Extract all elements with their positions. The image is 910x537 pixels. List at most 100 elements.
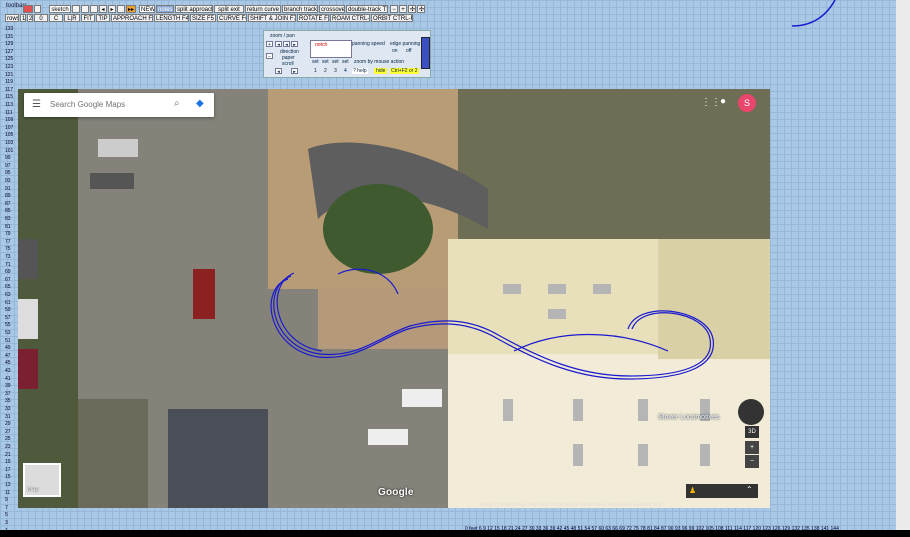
branch-track-button[interactable]: branch track xyxy=(282,5,318,13)
target-icon[interactable] xyxy=(117,5,125,13)
fast-forward-icon[interactable]: ▸▸ xyxy=(126,5,136,13)
panel-scrollbar[interactable] xyxy=(421,37,430,69)
panning-speed-label: panning speed xyxy=(352,41,385,47)
sketch-button[interactable]: sketch xyxy=(49,5,71,13)
square-icon[interactable] xyxy=(90,5,98,13)
search-icon[interactable]: ⌕ xyxy=(174,98,180,109)
ruler-tick-label: 69 xyxy=(5,269,11,276)
curve-button[interactable]: CURVE F6 xyxy=(217,14,247,22)
directions-icon[interactable]: ◆ xyxy=(196,98,204,109)
back-icon[interactable]: ◂ xyxy=(283,41,290,48)
track-curve-fragment[interactable] xyxy=(780,0,840,30)
ruler-tick-label: 39 xyxy=(5,383,11,390)
size-button[interactable]: SIZE F5 xyxy=(190,14,216,22)
toolbar: sketch ◂ ▸ ▸▸ NEW notes split approach s… xyxy=(5,5,425,27)
place-label[interactable]: Stover Locomotives xyxy=(658,414,719,421)
satellite-map[interactable]: ☰ ⌕ ◆ ⋮⋮ ● S Stover Locomotives 3D + − M… xyxy=(18,89,770,508)
set-1[interactable]: set xyxy=(312,59,319,65)
pan-right-icon[interactable]: ▸ xyxy=(291,68,298,75)
digit-2[interactable]: 2 xyxy=(324,68,327,74)
set-3[interactable]: set xyxy=(332,59,339,65)
design-canvas[interactable]: toolbars sketch ◂ ▸ ▸▸ NEW notes split a… xyxy=(0,0,896,534)
edge-off-option[interactable]: off xyxy=(406,48,411,54)
edge-on-option[interactable]: on xyxy=(392,48,398,54)
zoom-out-map-icon[interactable]: − xyxy=(745,455,759,468)
zoom-out-icon[interactable]: − xyxy=(266,53,273,60)
edge-panning-label: edge panning xyxy=(390,41,421,47)
three-d-button[interactable]: 3D xyxy=(745,426,759,438)
clear-button[interactable]: C xyxy=(49,14,63,22)
new-button[interactable]: NEW xyxy=(139,5,155,13)
arrow-left-icon[interactable]: ◂ xyxy=(99,5,107,13)
minus-icon[interactable]: − xyxy=(390,5,398,13)
undo-icon[interactable] xyxy=(72,5,80,13)
digit-4[interactable]: 4 xyxy=(344,68,347,74)
pegman-icon[interactable]: ♟ xyxy=(689,486,696,495)
color-swatch-icon[interactable] xyxy=(23,5,33,13)
shift-join-button[interactable]: SHIFT & JOIN F7 xyxy=(248,14,296,22)
pan-arrows-alt-icon[interactable]: ✣ xyxy=(417,5,425,13)
notes-button[interactable]: notes xyxy=(156,5,174,13)
plus-icon[interactable]: + xyxy=(399,5,407,13)
double-track-button[interactable]: double-track TS xyxy=(346,5,388,13)
ruler-tick-label: 79 xyxy=(5,231,11,238)
apps-grid-icon[interactable]: ⋮⋮ xyxy=(701,97,721,108)
zoom-in-map-icon[interactable]: + xyxy=(745,441,759,454)
map-type-label: Map xyxy=(27,487,39,493)
fit-button[interactable]: FIT xyxy=(81,14,95,22)
roam-button[interactable]: ROAM CTRL-F9 xyxy=(330,14,370,22)
map-imagery xyxy=(18,89,770,508)
expand-icon[interactable]: ⌃ xyxy=(746,485,753,494)
pen-icon[interactable] xyxy=(34,5,41,13)
return-curve-button[interactable]: return curve xyxy=(245,5,281,13)
zoom-pan-panel: zoom / pan + − ◂ ◂ ▸ direction paper scr… xyxy=(263,30,431,78)
digit-3[interactable]: 3 xyxy=(334,68,337,74)
approach-button[interactable]: APPROACH F3 xyxy=(111,14,153,22)
ruler-tick-label: 11 xyxy=(5,489,11,496)
digit-1[interactable]: 1 xyxy=(314,68,317,74)
ruler-tick-label: 109 xyxy=(5,117,14,124)
notifications-icon[interactable]: ● xyxy=(720,96,726,107)
orbit-button[interactable]: ORBIT CTRL-F5 xyxy=(371,14,413,22)
layers-strip[interactable]: ♟ ⌃ xyxy=(686,484,758,498)
redo-icon[interactable] xyxy=(81,5,89,13)
zoom-pan-title: zoom / pan xyxy=(270,33,295,39)
crossover-button[interactable]: crossover xyxy=(319,5,345,13)
zoom-by-mouse-label[interactable]: zoom by mouse action xyxy=(354,59,404,65)
ruler-tick-label: 95 xyxy=(5,170,11,177)
rotate-button[interactable]: ROTATE F8 xyxy=(297,14,329,22)
rows-1-button[interactable]: 1 xyxy=(20,14,26,22)
account-avatar[interactable]: S xyxy=(738,94,756,112)
length-button[interactable]: LENGTH F4 xyxy=(154,14,189,22)
ruler-tick-label: 43 xyxy=(5,368,11,374)
lr-button[interactable]: L|R xyxy=(64,14,80,22)
notch-box: notch xyxy=(310,40,352,58)
rows-2-button[interactable]: 2 xyxy=(27,14,33,22)
tip-button[interactable]: TIP xyxy=(96,14,110,22)
map-search-box[interactable]: ☰ ⌕ ◆ xyxy=(24,93,214,117)
rewind-icon[interactable]: ◂ xyxy=(275,41,282,48)
zoom-in-icon[interactable]: + xyxy=(266,41,273,48)
pan-arrows-icon[interactable]: ✣ xyxy=(408,5,416,13)
pan-left-icon[interactable]: ◂ xyxy=(275,68,282,75)
zero-button[interactable]: 0 xyxy=(34,14,48,22)
ruler-tick-label: 53 xyxy=(5,330,11,336)
ruler-tick-label: 59 xyxy=(5,307,11,314)
map-search-input[interactable] xyxy=(50,93,170,117)
set-2[interactable]: set xyxy=(322,59,329,65)
split-exit-button[interactable]: split exit xyxy=(214,5,244,13)
scroll-label: scroll xyxy=(282,61,294,67)
help-button[interactable]: ? help xyxy=(352,68,368,74)
rows-button[interactable]: rows xyxy=(5,14,19,22)
menu-icon[interactable]: ☰ xyxy=(32,100,41,110)
hide-button[interactable]: hide xyxy=(374,68,388,74)
compass-icon[interactable] xyxy=(738,399,764,425)
ruler-tick-label: 71 xyxy=(5,261,11,268)
arrow-right-icon[interactable]: ▸ xyxy=(108,5,116,13)
forward-icon[interactable]: ▸ xyxy=(291,41,298,48)
scrollbar-vertical[interactable] xyxy=(896,0,910,537)
map-type-toggle[interactable]: Map xyxy=(23,463,61,497)
split-approach-button[interactable]: split approach xyxy=(175,5,213,13)
set-4[interactable]: set xyxy=(342,59,349,65)
ruler-tick-label: 75 xyxy=(5,246,11,253)
